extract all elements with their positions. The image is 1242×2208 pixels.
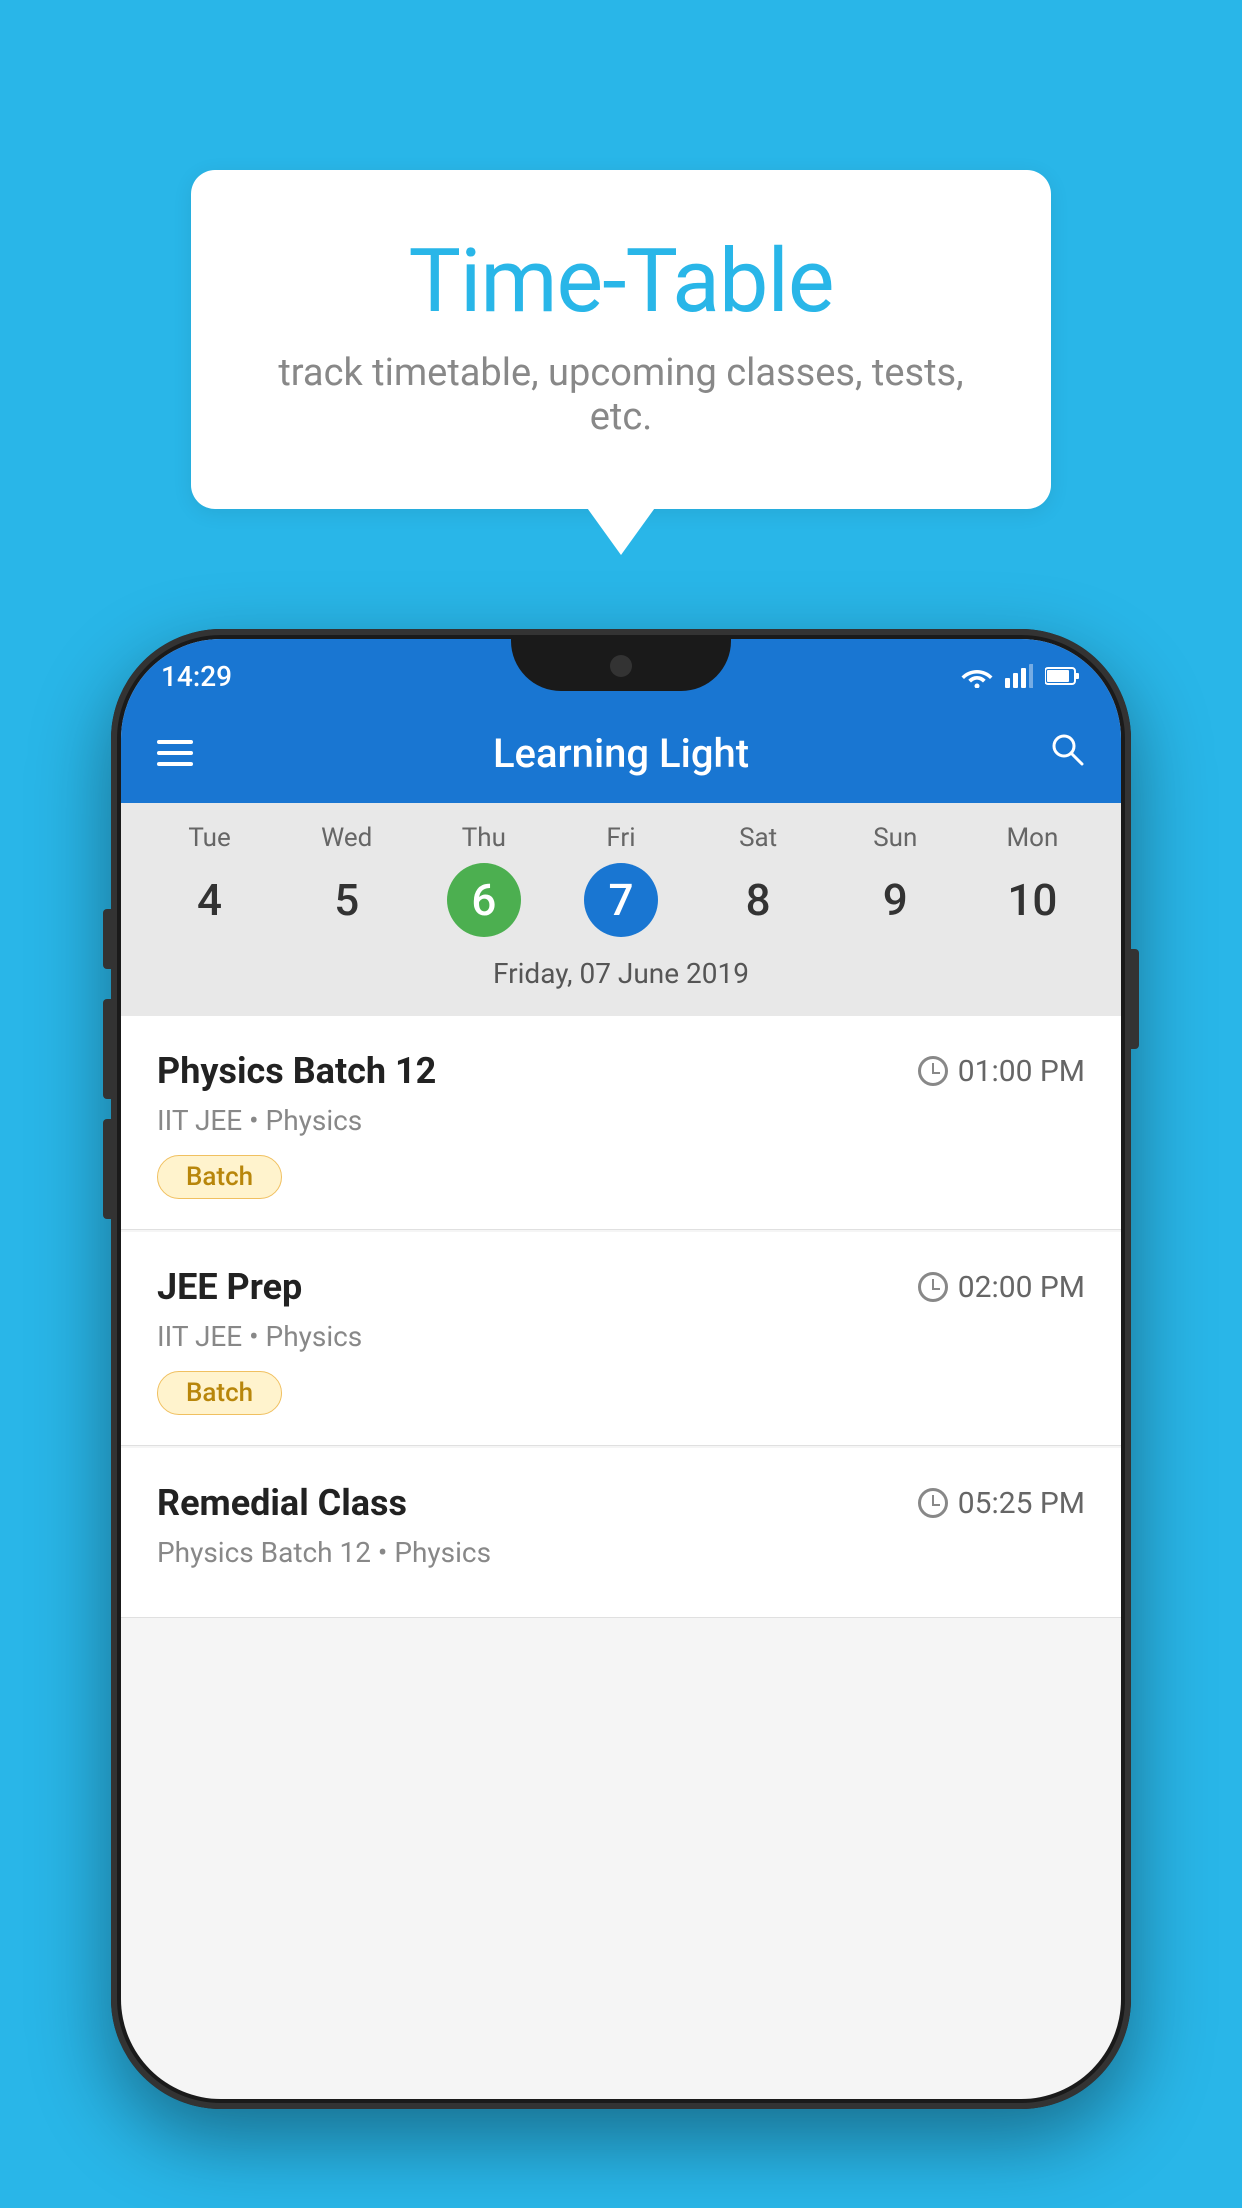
day-name: Sun bbox=[873, 823, 917, 853]
tooltip-subtitle: track timetable, upcoming classes, tests… bbox=[271, 351, 971, 439]
day-name: Fri bbox=[606, 823, 635, 853]
day-name: Thu bbox=[462, 823, 506, 853]
tooltip-card: Time-Table track timetable, upcoming cla… bbox=[191, 170, 1051, 509]
item-time-text: 01:00 PM bbox=[958, 1054, 1085, 1089]
item-meta: Physics Batch 12 • Physics bbox=[157, 1536, 1085, 1569]
item-meta: IIT JEE • Physics bbox=[157, 1104, 1085, 1137]
calendar-strip: Tue 4 Wed 5 Thu 6 Fri 7 Sat 8 Sun 9 Mon 10 Friday, 07… bbox=[121, 803, 1121, 1016]
day-name: Tue bbox=[188, 823, 230, 853]
item-title: Remedial Class bbox=[157, 1482, 407, 1524]
day-number: 9 bbox=[858, 863, 932, 937]
day-number: 4 bbox=[173, 863, 247, 937]
tooltip-title: Time-Table bbox=[271, 230, 971, 333]
wifi-icon bbox=[961, 664, 993, 688]
app-title: Learning Light bbox=[223, 730, 1019, 777]
calendar-day-5[interactable]: Wed 5 bbox=[287, 823, 407, 937]
search-icon[interactable] bbox=[1049, 731, 1085, 776]
schedule-item-2[interactable]: Remedial Class 05:25 PM Physics Batch 12 •… bbox=[121, 1448, 1121, 1618]
calendar-day-8[interactable]: Sat 8 bbox=[698, 823, 818, 937]
status-time: 14:29 bbox=[161, 660, 232, 693]
status-icons bbox=[961, 664, 1081, 688]
phone-notch bbox=[511, 639, 731, 691]
volume-up-button bbox=[103, 909, 113, 969]
schedule-item-1[interactable]: JEE Prep 02:00 PM IIT JEE • Physics Batch bbox=[121, 1232, 1121, 1446]
days-row: Tue 4 Wed 5 Thu 6 Fri 7 Sat 8 Sun 9 Mon 10 bbox=[121, 823, 1121, 937]
clock-icon bbox=[918, 1056, 948, 1086]
signal-icon bbox=[1005, 664, 1033, 688]
calendar-day-4[interactable]: Tue 4 bbox=[150, 823, 270, 937]
batch-tag: Batch bbox=[157, 1371, 282, 1415]
calendar-day-9[interactable]: Sun 9 bbox=[835, 823, 955, 937]
item-title: Physics Batch 12 bbox=[157, 1050, 436, 1092]
day-number: 8 bbox=[721, 863, 795, 937]
schedule-list: Physics Batch 12 01:00 PM IIT JEE • Physic… bbox=[121, 1016, 1121, 1618]
item-meta: IIT JEE • Physics bbox=[157, 1320, 1085, 1353]
app-bar: Learning Light bbox=[121, 703, 1121, 803]
power-button bbox=[1129, 949, 1139, 1049]
volume-down-button bbox=[103, 999, 113, 1099]
day-number: 10 bbox=[995, 863, 1069, 937]
clock-icon bbox=[918, 1272, 948, 1302]
day-name: Wed bbox=[321, 823, 372, 853]
day-name: Mon bbox=[1006, 823, 1058, 853]
calendar-day-10[interactable]: Mon 10 bbox=[972, 823, 1092, 937]
battery-icon bbox=[1045, 666, 1081, 686]
calendar-day-7[interactable]: Fri 7 bbox=[561, 823, 681, 937]
selected-date: Friday, 07 June 2019 bbox=[121, 947, 1121, 1006]
phone-mockup: 14:29 bbox=[111, 629, 1131, 2109]
day-name: Sat bbox=[739, 823, 777, 853]
hamburger-menu-icon[interactable] bbox=[157, 740, 193, 766]
schedule-item-0[interactable]: Physics Batch 12 01:00 PM IIT JEE • Physic… bbox=[121, 1016, 1121, 1230]
silent-button bbox=[103, 1119, 113, 1219]
item-title: JEE Prep bbox=[157, 1266, 302, 1308]
day-number: 7 bbox=[584, 863, 658, 937]
phone-screen: 14:29 bbox=[121, 639, 1121, 2099]
item-time-text: 02:00 PM bbox=[958, 1270, 1085, 1305]
batch-tag: Batch bbox=[157, 1155, 282, 1199]
day-number: 6 bbox=[447, 863, 521, 937]
phone-frame: 14:29 bbox=[111, 629, 1131, 2109]
day-number: 5 bbox=[310, 863, 384, 937]
clock-icon bbox=[918, 1488, 948, 1518]
calendar-day-6[interactable]: Thu 6 bbox=[424, 823, 544, 937]
item-time-text: 05:25 PM bbox=[958, 1486, 1085, 1521]
